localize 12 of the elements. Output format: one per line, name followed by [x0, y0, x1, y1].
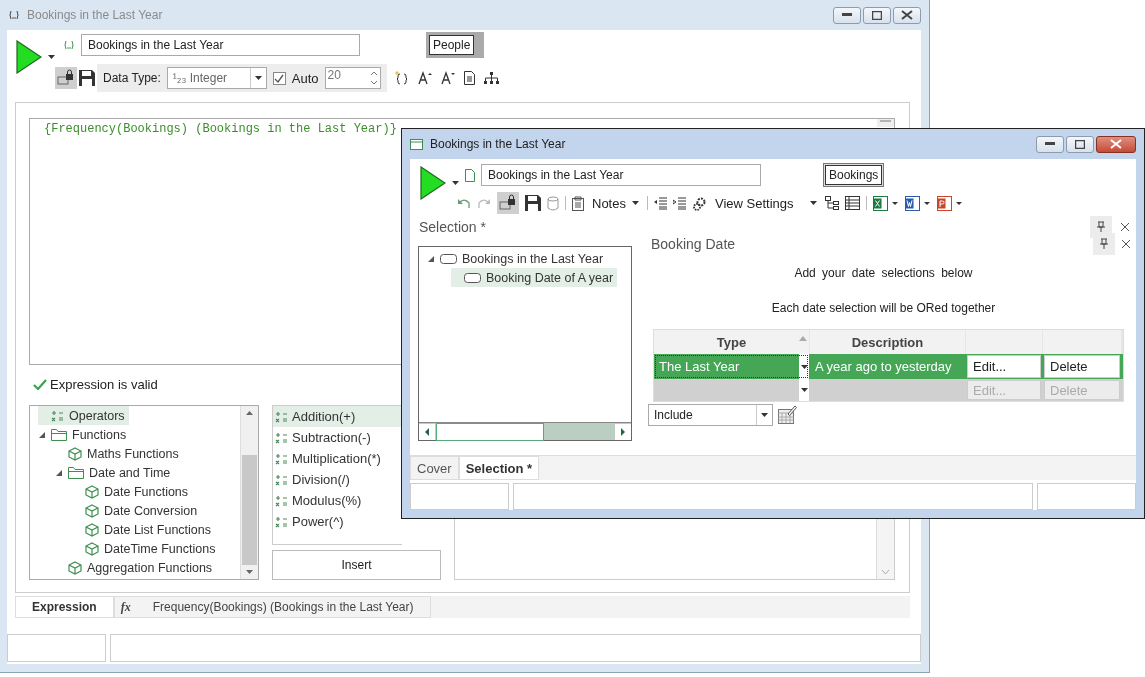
validation-message: Expression is valid: [50, 377, 158, 393]
expression-text: {Frequency(Bookings) (Bookings in the Last Year)}: [44, 122, 397, 136]
window-title: Bookings in the Last Year: [27, 8, 163, 22]
instruction-text: Each date selection will be ORed together: [771, 301, 996, 315]
panel-title: Booking Date: [651, 236, 736, 252]
function-icon: fx: [120, 599, 131, 615]
window-title: Bookings in the Last Year: [430, 137, 566, 151]
instruction-text: Add your date selections below: [794, 266, 973, 280]
section-title: Selection *: [419, 219, 486, 235]
data-type-label: Data Type:: [103, 71, 161, 85]
auto-label: Auto: [291, 70, 319, 86]
grid-cell-text: A year ago to yesterday: [814, 358, 953, 376]
